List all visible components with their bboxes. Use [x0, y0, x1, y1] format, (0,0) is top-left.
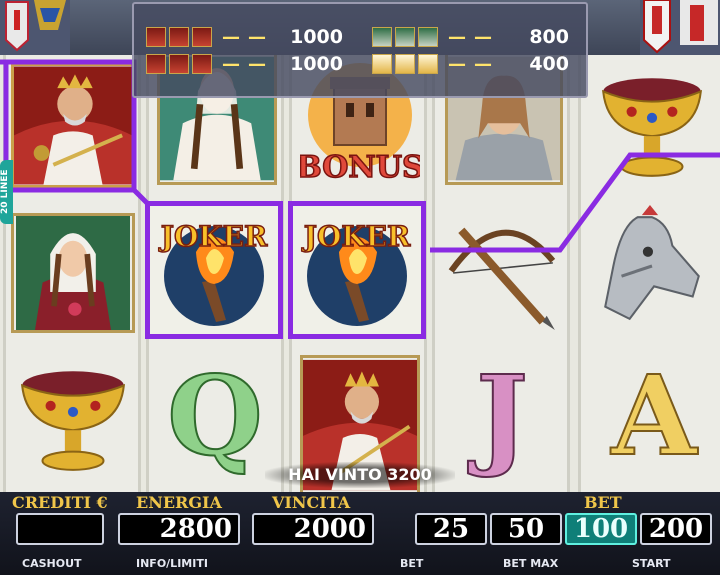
- grail-symbol: [12, 355, 134, 477]
- paytable-row: —— 1000: [146, 51, 343, 77]
- lady-symbol: [11, 213, 135, 333]
- bet-option-200[interactable]: 200: [640, 513, 712, 545]
- grail-icon: [418, 54, 438, 74]
- bet-option-25[interactable]: 25: [415, 513, 487, 545]
- paytable-row: —— 800: [372, 24, 569, 50]
- reel-area: BONUS J A Q JOKER JOKER: [0, 55, 720, 492]
- lady-icon: [16, 216, 130, 330]
- lady-icon: [418, 27, 438, 47]
- paytable-overlay: —— 1000 —— 1000 —— 800 —— 400: [132, 2, 588, 98]
- credits-display: [16, 513, 104, 545]
- king-icon: [169, 27, 189, 47]
- joker-label: JOKER: [158, 220, 268, 253]
- energy-display: 2800: [118, 513, 240, 545]
- win-message: HAI VINTO 3200: [265, 462, 455, 488]
- info-limits-button[interactable]: INFO/LIMITI: [136, 557, 208, 570]
- heraldic-flag-icon: [640, 0, 720, 55]
- crossbow-icon: [448, 227, 556, 330]
- letter-a-symbol: A: [610, 351, 697, 480]
- payout-value: 1000: [290, 26, 343, 48]
- king-icon: [146, 54, 166, 74]
- lady-icon: [395, 27, 415, 47]
- bet-option-100[interactable]: 100: [565, 513, 637, 545]
- grail-icon: [395, 54, 415, 74]
- grail-symbol: [591, 65, 713, 187]
- crossbow-symbol: [441, 210, 563, 332]
- reel-5: A: [578, 55, 720, 492]
- dash-separator: ——: [448, 53, 500, 75]
- bonus-label: BONUS: [300, 150, 420, 185]
- payout-value: 1000: [290, 53, 343, 75]
- king-icon: [146, 27, 166, 47]
- dash-separator: ——: [448, 26, 500, 48]
- horse-armor-symbol: [591, 205, 713, 327]
- reel-1: [3, 55, 141, 492]
- joker-wild-symbol: JOKER: [145, 201, 283, 339]
- dash-separator: ——: [222, 26, 274, 48]
- payout-value: 800: [529, 26, 569, 48]
- joker-wild-symbol: JOKER: [288, 201, 426, 339]
- king-icon: [14, 66, 132, 185]
- lady-icon: [372, 27, 392, 47]
- energy-label: ENERGIA: [136, 493, 222, 512]
- joker-label: JOKER: [301, 220, 411, 253]
- king-icon: [169, 54, 189, 74]
- grail-icon: [602, 78, 702, 177]
- bet-button[interactable]: BET: [400, 557, 423, 570]
- grail-icon: [20, 371, 126, 471]
- slot-game-screen: BONUS J A Q JOKER JOKER 20 LINEE —— 1000…: [0, 0, 720, 575]
- credits-label: CREDITI €: [12, 493, 108, 512]
- king-icon: [192, 54, 212, 74]
- king-icon: [192, 27, 212, 47]
- horse-helmet-icon: [604, 205, 700, 321]
- cashout-button[interactable]: CASHOUT: [22, 557, 82, 570]
- paytable-row: —— 400: [372, 51, 569, 77]
- control-panel: CREDITI € ENERGIA 2800 VINCITA 2000 BET …: [0, 492, 720, 575]
- lines-tab[interactable]: 20 LINEE: [0, 160, 13, 224]
- torch-icon: JOKER: [157, 219, 269, 326]
- bet-max-button[interactable]: BET MAX: [503, 557, 558, 570]
- king-symbol: [11, 63, 135, 188]
- torch-icon: JOKER: [300, 219, 412, 326]
- dash-separator: ——: [222, 53, 274, 75]
- start-button[interactable]: START: [632, 557, 671, 570]
- paytable-row: —— 1000: [146, 24, 343, 50]
- letter-j-symbol: J: [475, 351, 529, 480]
- reel-4: J: [432, 55, 570, 492]
- grail-icon: [372, 54, 392, 74]
- win-label: VINCITA: [272, 493, 351, 512]
- payout-value: 400: [529, 53, 569, 75]
- bet-label: BET: [584, 493, 622, 512]
- heraldic-flag-icon: [0, 0, 70, 55]
- bet-option-50[interactable]: 50: [490, 513, 562, 545]
- letter-q-symbol: Q: [166, 351, 264, 480]
- win-display: 2000: [252, 513, 374, 545]
